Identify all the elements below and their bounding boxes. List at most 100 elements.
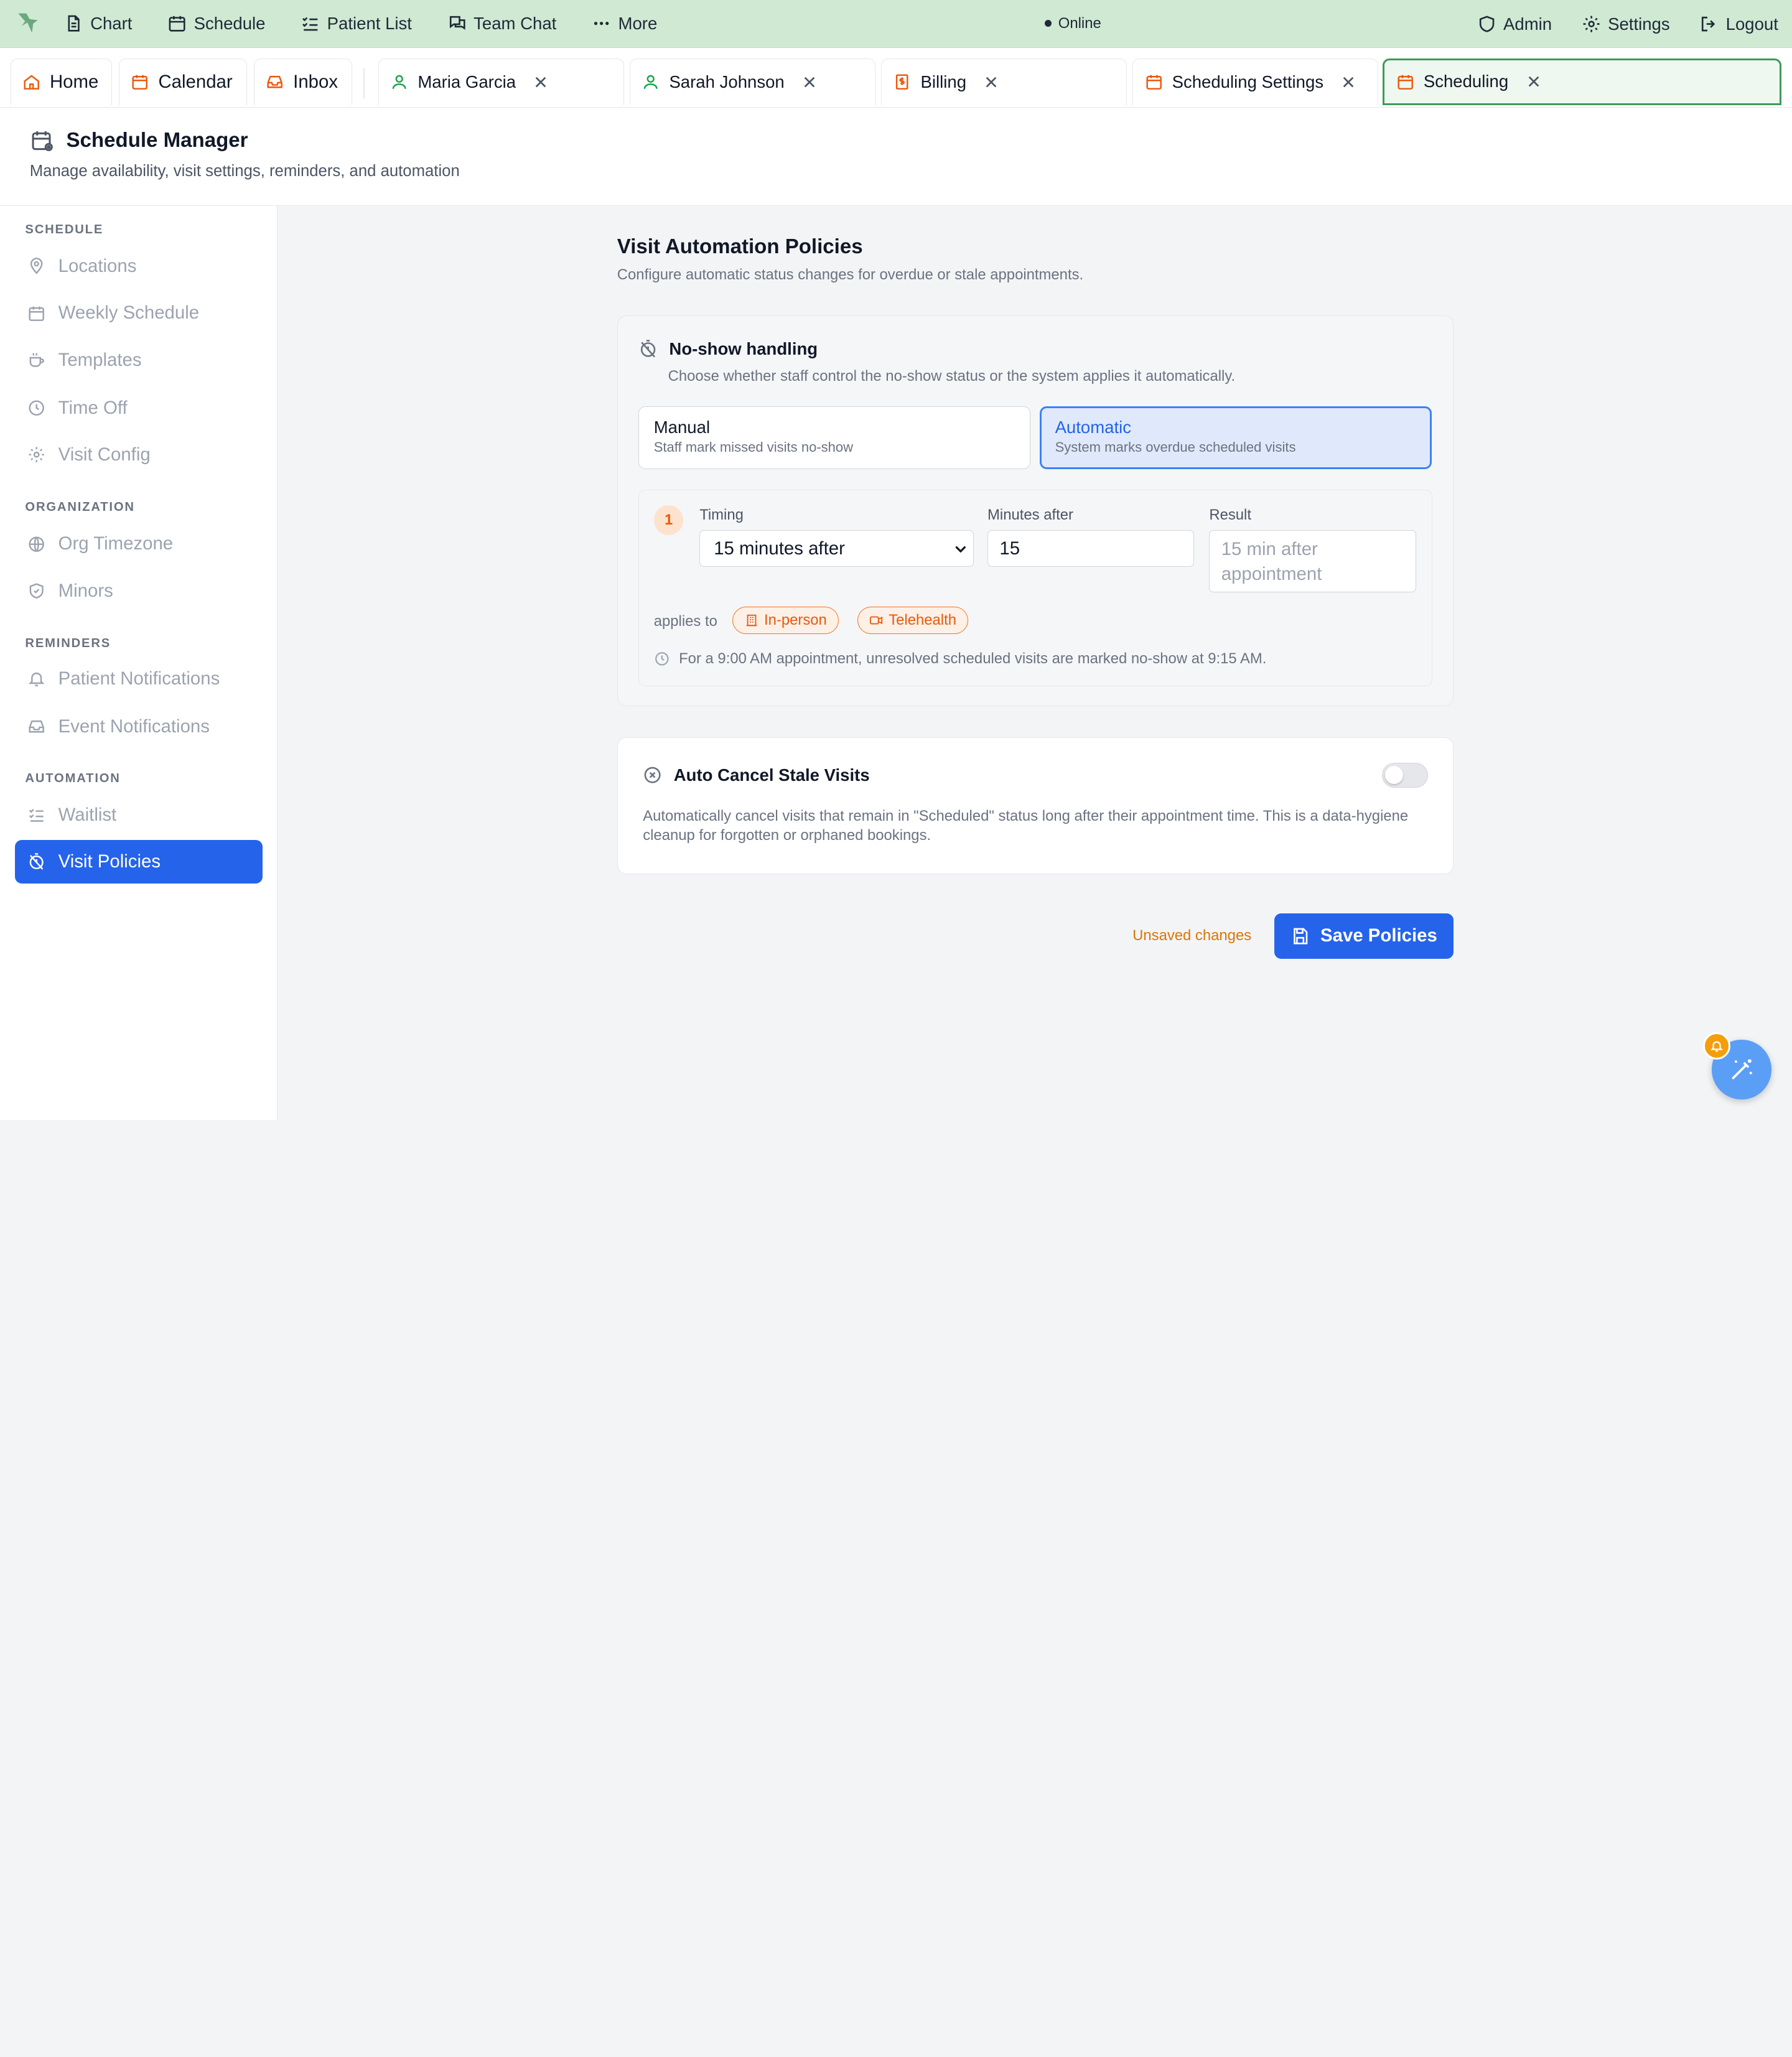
tab-home-label: Home [49, 71, 99, 92]
timing-select[interactable]: 15 minutes after [699, 530, 974, 567]
online-status: Online [1044, 14, 1101, 32]
tab-scheduling-settings-label: Scheduling Settings [1172, 72, 1324, 91]
sidebar-item-event-notifications[interactable]: Event Notifications [15, 705, 263, 749]
chip-telehealth-label: Telehealth [889, 612, 956, 629]
sidebar-item-label: Time Off [58, 397, 128, 418]
sidebar-item-templates[interactable]: Templates [15, 338, 263, 382]
nav-patient-list[interactable]: Patient List [301, 14, 412, 34]
timer-off-icon [640, 340, 656, 358]
close-icon[interactable] [534, 75, 548, 89]
nav-settings[interactable]: Settings [1582, 14, 1670, 34]
bell-icon [29, 673, 45, 687]
close-icon[interactable] [803, 75, 816, 89]
tab-scheduling-settings[interactable]: Scheduling Settings [1132, 58, 1379, 105]
sidebar-item-label: Visit Policies [58, 851, 161, 872]
status-dot [1044, 20, 1052, 27]
nav-logout[interactable]: Logout [1699, 14, 1778, 34]
clock-icon [655, 652, 669, 666]
option-manual[interactable]: Manual Staff mark missed visits no-show [638, 406, 1030, 470]
minutes-label: Minutes after [987, 506, 1073, 523]
magic-wand-icon [1732, 1059, 1752, 1080]
toggle-knob [1385, 765, 1404, 785]
shield-check-icon [29, 583, 44, 599]
tab-scheduling[interactable]: Scheduling [1383, 58, 1782, 105]
tab-inbox-label: Inbox [293, 71, 338, 92]
chip-telehealth[interactable]: Telehealth [857, 607, 969, 635]
sidebar-item-weekly-schedule[interactable]: Weekly Schedule [15, 291, 263, 335]
sidebar-item-label: Event Notifications [58, 716, 210, 737]
sidebar-item-waitlist[interactable]: Waitlist [15, 793, 263, 837]
nav-chart-label: Chart [90, 14, 133, 34]
tab-bar: Home Calendar Inbox Maria Garcia Sarah J… [0, 48, 1792, 108]
notification-badge[interactable] [1702, 1032, 1730, 1060]
noshow-subtitle: Choose whether staff control the no-show… [668, 367, 1236, 385]
sidebar-item-locations[interactable]: Locations [15, 245, 263, 288]
online-status-label: Online [1058, 14, 1101, 32]
inbox-icon [267, 76, 283, 88]
option-automatic-title: Automatic [1055, 417, 1132, 437]
sidebar-item-label: Patient Notifications [58, 668, 220, 689]
sidebar-item-patient-notifications[interactable]: Patient Notifications [15, 657, 263, 701]
tab-calendar[interactable]: Calendar [119, 58, 247, 105]
sidebar-item-org-timezone[interactable]: Org Timezone [15, 522, 263, 566]
applies-to-label: applies to [653, 612, 717, 630]
tab-sarah-johnson[interactable]: Sarah Johnson [630, 58, 875, 105]
nav-more-label: More [618, 14, 658, 34]
file-text-icon [68, 16, 80, 32]
noshow-title: No-show handling [669, 338, 818, 358]
bell-icon [1710, 1041, 1723, 1052]
close-icon[interactable] [1342, 75, 1355, 89]
autocancel-title: Auto Cancel Stale Visits [673, 765, 870, 785]
page-header: Schedule Manager Manage availability, vi… [0, 107, 1792, 206]
tab-maria-garcia[interactable]: Maria Garcia [378, 58, 624, 105]
sidebar-item-time-off[interactable]: Time Off [15, 386, 263, 430]
sidebar-item-label: Waitlist [58, 804, 117, 825]
tab-inbox[interactable]: Inbox [253, 58, 352, 105]
autocancel-description: Automatically cancel visits that remain … [643, 807, 1409, 844]
nav-chart[interactable]: Chart [64, 14, 133, 34]
gear-icon [29, 447, 45, 463]
nav-team-chat[interactable]: Team Chat [447, 14, 556, 34]
sidebar-item-label: Locations [58, 255, 137, 276]
tab-home[interactable]: Home [10, 58, 112, 105]
minutes-input[interactable]: 15 [987, 530, 1195, 567]
tab-billing[interactable]: Billing [881, 58, 1127, 105]
gear-icon [1583, 16, 1600, 32]
sidebar: SCHEDULE Locations Weekly Schedule Templ… [0, 205, 278, 1120]
option-automatic[interactable]: Automatic System marks overdue scheduled… [1039, 406, 1432, 470]
dollar-doc-icon [896, 74, 908, 90]
app-root: Chart Schedule Patient List Team Chat Mo… [0, 0, 1792, 1120]
home-icon [24, 75, 39, 90]
nav-admin[interactable]: Admin [1477, 14, 1552, 34]
close-icon[interactable] [984, 75, 998, 89]
sidebar-item-label: Visit Config [58, 444, 151, 465]
calendar-icon [29, 306, 45, 321]
save-policies-button[interactable]: Save Policies [1274, 913, 1454, 959]
chip-in-person[interactable]: In-person [732, 607, 839, 635]
app-logo-icon[interactable] [14, 10, 41, 37]
page-title-text: Schedule Manager [66, 128, 248, 152]
nav-settings-label: Settings [1608, 14, 1670, 34]
top-nav-right: Admin Settings Logout [1477, 0, 1778, 48]
nav-schedule[interactable]: Schedule [167, 14, 265, 34]
close-icon[interactable] [1527, 75, 1541, 88]
nav-more[interactable]: More [592, 14, 657, 34]
section-title: Visit Automation Policies [617, 235, 863, 259]
timing-label: Timing [699, 506, 744, 523]
autocancel-toggle[interactable] [1382, 763, 1428, 788]
calendar-icon [1398, 75, 1413, 90]
tab-billing-label: Billing [920, 72, 967, 91]
sidebar-item-label: Templates [58, 349, 142, 370]
result-field: 15 min after appointment [1209, 530, 1416, 592]
messages-icon [449, 16, 465, 30]
calendar-icon [169, 16, 185, 32]
sidebar-item-label: Org Timezone [58, 533, 174, 554]
sidebar-item-visit-policies[interactable]: Visit Policies [14, 839, 263, 884]
sidebar-item-visit-config[interactable]: Visit Config [15, 433, 263, 477]
tab-divider [363, 68, 365, 98]
tab-maria-garcia-label: Maria Garcia [418, 72, 516, 91]
sidebar-item-minors[interactable]: Minors [15, 569, 263, 613]
save-icon [1294, 928, 1308, 945]
result-label: Result [1209, 506, 1251, 523]
tab-scheduling-label: Scheduling [1423, 72, 1509, 91]
